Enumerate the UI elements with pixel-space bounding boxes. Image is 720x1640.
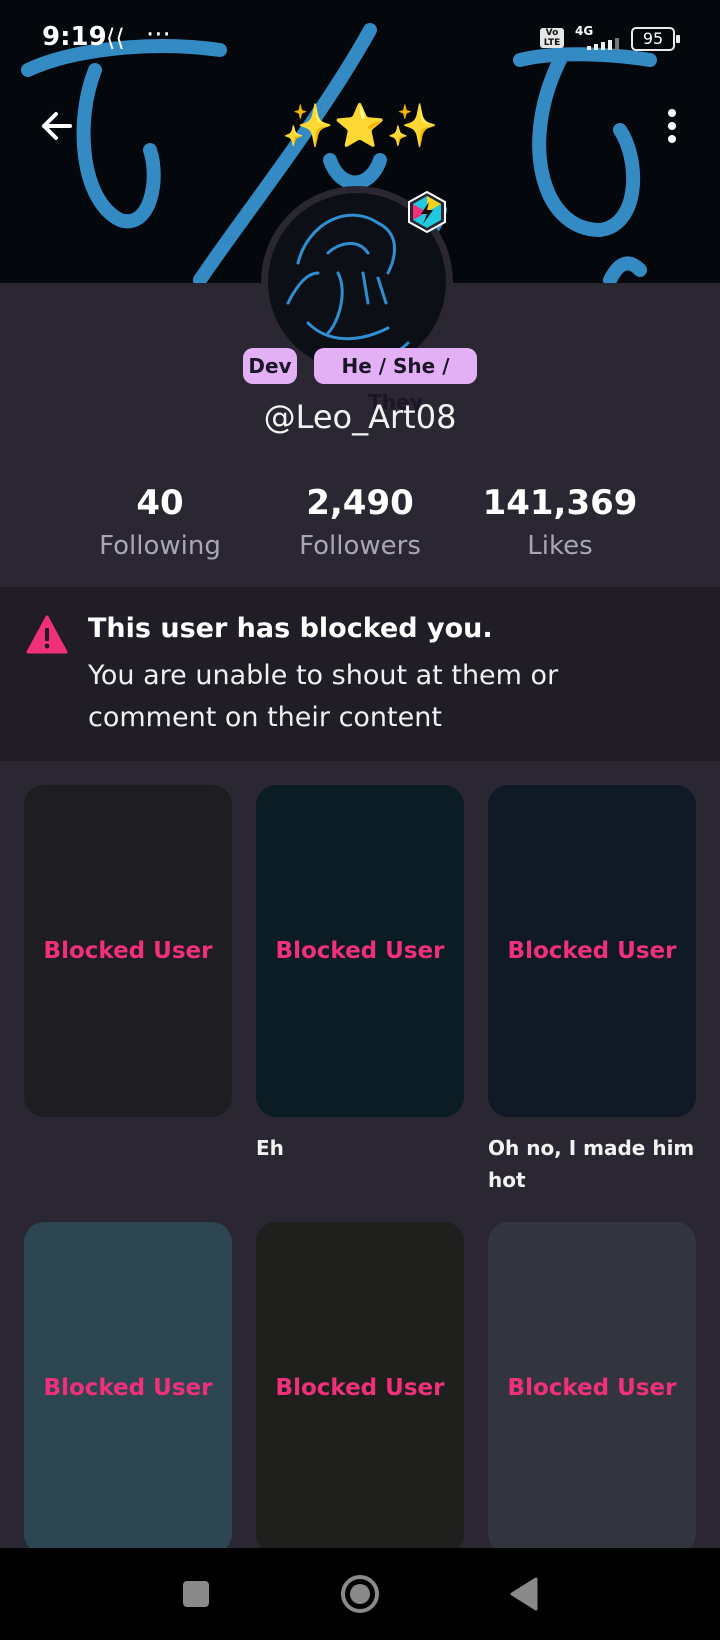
profile-title-emoji: ✨⭐✨ xyxy=(281,101,439,150)
blocked-label: Blocked User xyxy=(275,1375,445,1401)
blocked-label: Blocked User xyxy=(507,938,677,964)
status-bar: 9:19 ⟨⟨ ··· Vo LTE 4G 95 xyxy=(0,0,720,80)
home-button[interactable] xyxy=(332,1566,388,1622)
post-card[interactable]: Blocked User xyxy=(24,1222,232,1554)
post-card[interactable]: Blocked User xyxy=(488,785,696,1117)
battery-icon: 95 xyxy=(631,27,680,51)
status-time: 9:19 xyxy=(42,22,107,52)
tag-role: Dev xyxy=(243,348,297,384)
post-card[interactable]: Blocked User xyxy=(488,1222,696,1554)
profile-stats: 40 Following 2,490 Followers 141,369 Lik… xyxy=(0,480,720,580)
notice-text: You are unable to shout at them or comme… xyxy=(88,660,559,733)
verified-badge-icon xyxy=(405,190,449,234)
profile-tags: Dev He / She / They xyxy=(0,348,720,414)
recents-button[interactable] xyxy=(168,1566,224,1622)
stat-likes-label: Likes xyxy=(527,531,593,561)
arrow-left-icon xyxy=(42,112,72,140)
tag-pronouns: He / She / They xyxy=(314,348,477,414)
more-options-button[interactable] xyxy=(650,102,694,150)
stat-likes-value: 141,369 xyxy=(482,483,638,523)
stat-followers-label: Followers xyxy=(299,531,421,561)
stat-following-label: Following xyxy=(99,531,221,561)
post-caption: Eh xyxy=(256,1136,284,1160)
blocked-label: Blocked User xyxy=(275,938,445,964)
blocked-label: Blocked User xyxy=(507,1375,677,1401)
stat-following-value: 40 xyxy=(136,483,184,523)
activity-icon: ⟨⟨ xyxy=(106,24,125,52)
network-type: 4G xyxy=(575,24,594,38)
more-vertical-icon xyxy=(668,109,676,143)
profile-username: @Leo_Art08 xyxy=(263,398,457,436)
post-card[interactable]: Blocked User xyxy=(256,785,464,1117)
post-card[interactable]: Blocked User xyxy=(256,1222,464,1554)
stat-likes: 141,369 Likes xyxy=(460,480,660,566)
home-circle-icon xyxy=(341,1575,379,1613)
post-card[interactable]: Blocked User xyxy=(24,785,232,1117)
volte-icon: Vo LTE xyxy=(540,28,564,48)
more-notifications-icon: ··· xyxy=(146,20,171,50)
back-button[interactable] xyxy=(32,102,80,150)
notice-title: This user has blocked you. xyxy=(88,613,493,644)
warning-icon xyxy=(26,615,68,654)
stat-followers-value: 2,490 xyxy=(306,483,414,523)
post-caption: Oh no, I made him hot xyxy=(488,1136,695,1192)
blocked-label: Blocked User xyxy=(43,1375,213,1401)
stat-following[interactable]: 40 Following xyxy=(60,480,260,566)
signal-icon xyxy=(587,38,619,50)
back-nav-button[interactable] xyxy=(496,1566,552,1622)
system-navigation-bar xyxy=(0,1548,720,1640)
blocked-label: Blocked User xyxy=(43,938,213,964)
stat-followers[interactable]: 2,490 Followers xyxy=(260,480,460,566)
triangle-back-icon xyxy=(510,1577,538,1611)
square-icon xyxy=(183,1581,209,1607)
